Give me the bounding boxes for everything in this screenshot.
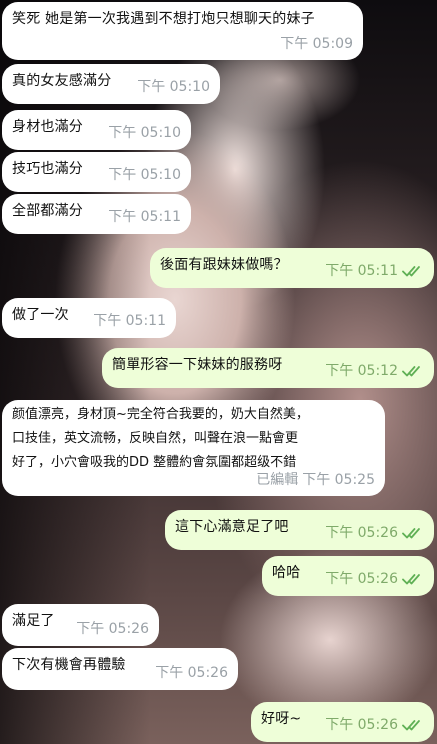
message-time: 下午 05:09 [280, 36, 353, 52]
message-meta: 下午 05:26 [155, 661, 228, 685]
message-meta: 下午 05:26 [325, 521, 424, 545]
double-check-icon [402, 264, 424, 278]
message-bubble-outgoing[interactable]: 後面有跟妹妹做嗎？ 下午 05:11 [150, 248, 434, 288]
message-meta: 下午 05:26 [76, 617, 149, 641]
message-meta: 下午 05:11 [93, 309, 166, 333]
message-time: 下午 05:11 [93, 313, 166, 329]
message-time: 下午 05:26 [325, 717, 398, 733]
message-meta: 下午 05:10 [108, 163, 181, 187]
double-check-icon [402, 364, 424, 378]
message-time: 下午 05:26 [325, 571, 398, 587]
message-bubble-incoming[interactable]: 滿足了 下午 05:26 [2, 604, 159, 646]
message-meta: 下午 05:26 [325, 567, 424, 591]
message-bubble-outgoing[interactable]: 這下心滿意足了吧 下午 05:26 [165, 510, 434, 550]
message-time: 下午 05:11 [325, 263, 398, 279]
message-time: 下午 05:25 [302, 472, 375, 488]
double-check-icon [402, 718, 424, 732]
message-bubble-incoming[interactable]: 颜值漂亮，身材頂~完全符合我要的，奶大自然美， 口技佳，英文流畅，反映自然，叫聲… [2, 400, 385, 496]
message-meta: 下午 05:11 [325, 259, 424, 283]
message-time: 下午 05:10 [108, 167, 181, 183]
message-time: 下午 05:12 [325, 363, 398, 379]
message-time: 下午 05:10 [137, 79, 210, 95]
message-bubble-incoming[interactable]: 下次有機會再體驗 下午 05:26 [2, 648, 238, 690]
message-time: 下午 05:26 [155, 665, 228, 681]
message-bubble-outgoing[interactable]: 哈哈 下午 05:26 [262, 556, 434, 596]
message-meta: 下午 05:09 [280, 32, 353, 56]
message-time: 下午 05:26 [325, 525, 398, 541]
message-bubble-incoming[interactable]: 做了一次 下午 05:11 [2, 298, 176, 338]
message-text: 颜值漂亮，身材頂~完全符合我要的，奶大自然美， 口技佳，英文流畅，反映自然，叫聲… [12, 407, 309, 470]
double-check-icon [402, 572, 424, 586]
message-time: 下午 05:11 [108, 209, 181, 225]
message-bubble-incoming[interactable]: 全部都滿分 下午 05:11 [2, 194, 191, 234]
message-bubble-outgoing[interactable]: 簡單形容一下妹妹的服務呀 下午 05:12 [102, 348, 434, 388]
message-meta: 下午 05:10 [137, 75, 210, 99]
message-bubble-incoming[interactable]: 真的女友感滿分 下午 05:10 [2, 64, 220, 104]
message-bubble-incoming[interactable]: 身材也滿分 下午 05:10 [2, 110, 191, 150]
double-check-icon [402, 526, 424, 540]
message-meta: 下午 05:12 [325, 359, 424, 383]
message-text: 笑死 她是第一次我遇到不想打炮只想聊天的妹子 [12, 11, 315, 27]
message-meta: 下午 05:26 [325, 713, 424, 737]
message-meta: 下午 05:10 [108, 121, 181, 145]
message-bubble-incoming[interactable]: 技巧也滿分 下午 05:10 [2, 152, 191, 192]
message-bubble-outgoing[interactable]: 好呀~ 下午 05:26 [251, 702, 434, 742]
edited-label: 已編輯 [256, 472, 299, 488]
message-meta: 已編輯 下午 05:25 [256, 468, 375, 492]
message-bubble-incoming[interactable]: 笑死 她是第一次我遇到不想打炮只想聊天的妹子 下午 05:09 [2, 2, 363, 60]
message-meta: 下午 05:11 [108, 205, 181, 229]
message-time: 下午 05:26 [76, 621, 149, 637]
message-time: 下午 05:10 [108, 125, 181, 141]
